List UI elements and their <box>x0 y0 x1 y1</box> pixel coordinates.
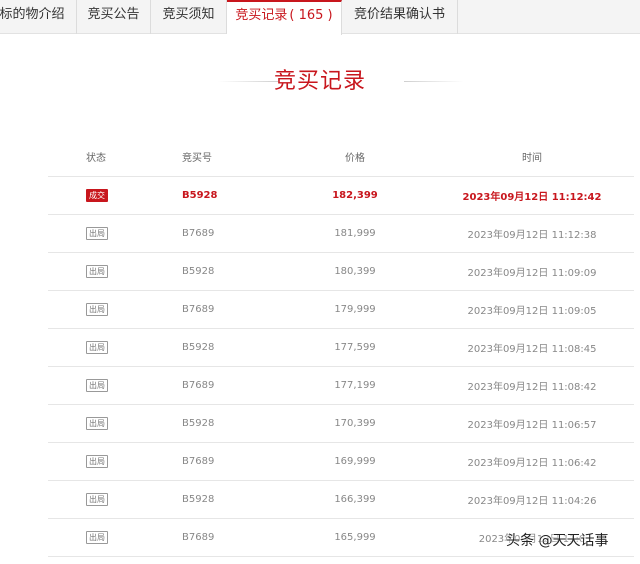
bidder-cell: B5928 <box>144 252 280 291</box>
table-row: 成交 B5928 182,399 2023年09月12日 11:12:42 <box>48 176 634 215</box>
table-row: 出局 B5928 177,599 2023年09月12日 11:08:45 <box>48 328 634 367</box>
price-cell: 182,399 <box>280 176 430 215</box>
table-row: 出局 B7689 181,999 2023年09月12日 11:12:38 <box>48 214 634 253</box>
bidder-cell: B5928 <box>144 328 280 367</box>
bidder-cell: B7689 <box>144 366 280 405</box>
price-cell: 179,999 <box>280 290 430 329</box>
status-badge: 出局 <box>86 227 108 240</box>
tab-announcement[interactable]: 竞买公告 <box>77 0 151 34</box>
table-row: 出局 B5928 170,399 2023年09月12日 11:06:57 <box>48 404 634 443</box>
status-badge: 出局 <box>86 265 108 278</box>
header-time: 时间 <box>430 136 634 177</box>
tab-label: 竞买须知 <box>162 7 215 22</box>
bidder-cell: B5928 <box>144 480 280 519</box>
time-cell: 2023年09月12日 11:12:42 <box>430 176 634 215</box>
price-cell: 177,599 <box>280 328 430 367</box>
section-title: 竞买记录 <box>273 69 366 94</box>
time-cell: 2023年09月12日 11:06:42 <box>430 442 634 481</box>
table-row: 出局 B7689 177,199 2023年09月12日 11:08:42 <box>48 366 634 405</box>
table-row: 出局 B5928 166,399 2023年09月12日 11:04:26 <box>48 480 634 519</box>
status-cell: 出局 <box>48 442 144 481</box>
bidder-cell: B7689 <box>144 518 280 557</box>
bidder-cell: B7689 <box>144 214 280 253</box>
header-bidder: 竞买号 <box>144 136 280 177</box>
time-cell: 2023年09月12日 11:08:42 <box>430 366 634 405</box>
time-cell: 2023年09月12日 11:12:38 <box>430 214 634 253</box>
table-row: 出局 B5928 180,399 2023年09月12日 11:09:09 <box>48 252 634 291</box>
tab-result-confirmation[interactable]: 竞价结果确认书 <box>342 0 458 34</box>
bidder-cell: B7689 <box>144 442 280 481</box>
price-cell: 177,199 <box>280 366 430 405</box>
status-cell: 成交 <box>48 176 144 215</box>
status-badge: 出局 <box>86 531 108 544</box>
section-header: 竞买记录 <box>0 62 640 102</box>
status-badge: 出局 <box>86 341 108 354</box>
status-badge: 出局 <box>86 417 108 430</box>
price-cell: 180,399 <box>280 252 430 291</box>
tab-item-introduction[interactable]: 标的物介绍 <box>0 0 77 34</box>
tab-notice[interactable]: 竞买须知 <box>151 0 227 34</box>
divider-right <box>404 81 464 82</box>
status-cell: 出局 <box>48 290 144 329</box>
bidder-cell: B5928 <box>144 176 280 215</box>
time-cell: 2023年09月12日 11:09:05 <box>430 290 634 329</box>
status-cell: 出局 <box>48 214 144 253</box>
status-cell: 出局 <box>48 480 144 519</box>
time-cell: 2023年09月12日 11:04:26 <box>430 480 634 519</box>
watermark: 头条 @天天话事 <box>506 533 609 549</box>
tab-label: 标的物介绍 <box>0 7 65 22</box>
tab-count: ( 165 ) <box>289 8 333 23</box>
status-cell: 出局 <box>48 252 144 291</box>
bidder-cell: B7689 <box>144 290 280 329</box>
header-status: 状态 <box>48 136 144 177</box>
tab-label: 竞买记录 <box>235 8 288 23</box>
table-row: 出局 B7689 179,999 2023年09月12日 11:09:05 <box>48 290 634 329</box>
price-cell: 169,999 <box>280 442 430 481</box>
bidder-cell: B5928 <box>144 404 280 443</box>
time-cell: 2023年09月12日 11:06:57 <box>430 404 634 443</box>
status-badge: 出局 <box>86 493 108 506</box>
status-badge: 出局 <box>86 455 108 468</box>
time-cell: 2023年09月12日 11:08:45 <box>430 328 634 367</box>
divider-left <box>218 81 278 82</box>
table-header-row: 状态 竞买号 价格 时间 <box>48 136 634 177</box>
price-cell: 170,399 <box>280 404 430 443</box>
price-cell: 165,999 <box>280 518 430 557</box>
status-badge: 成交 <box>86 189 108 202</box>
price-cell: 166,399 <box>280 480 430 519</box>
price-cell: 181,999 <box>280 214 430 253</box>
tab-bar: 标的物介绍 竞买公告 竞买须知 竞买记录( 165 ) 竞价结果确认书 <box>0 0 640 35</box>
status-cell: 出局 <box>48 328 144 367</box>
table-row: 出局 B7689 169,999 2023年09月12日 11:06:42 <box>48 442 634 481</box>
status-badge: 出局 <box>86 303 108 316</box>
status-cell: 出局 <box>48 404 144 443</box>
tab-label: 竞买公告 <box>87 7 140 22</box>
time-cell: 2023年09月12日 11:09:09 <box>430 252 634 291</box>
tab-bid-records[interactable]: 竞买记录( 165 ) <box>227 0 342 35</box>
bid-records-table: 状态 竞买号 价格 时间 成交 B5928 182,399 2023年09月12日 1… <box>48 136 634 557</box>
tab-label: 竞价结果确认书 <box>353 7 445 22</box>
status-cell: 出局 <box>48 366 144 405</box>
status-cell: 出局 <box>48 518 144 557</box>
status-badge: 出局 <box>86 379 108 392</box>
header-price: 价格 <box>280 136 430 177</box>
